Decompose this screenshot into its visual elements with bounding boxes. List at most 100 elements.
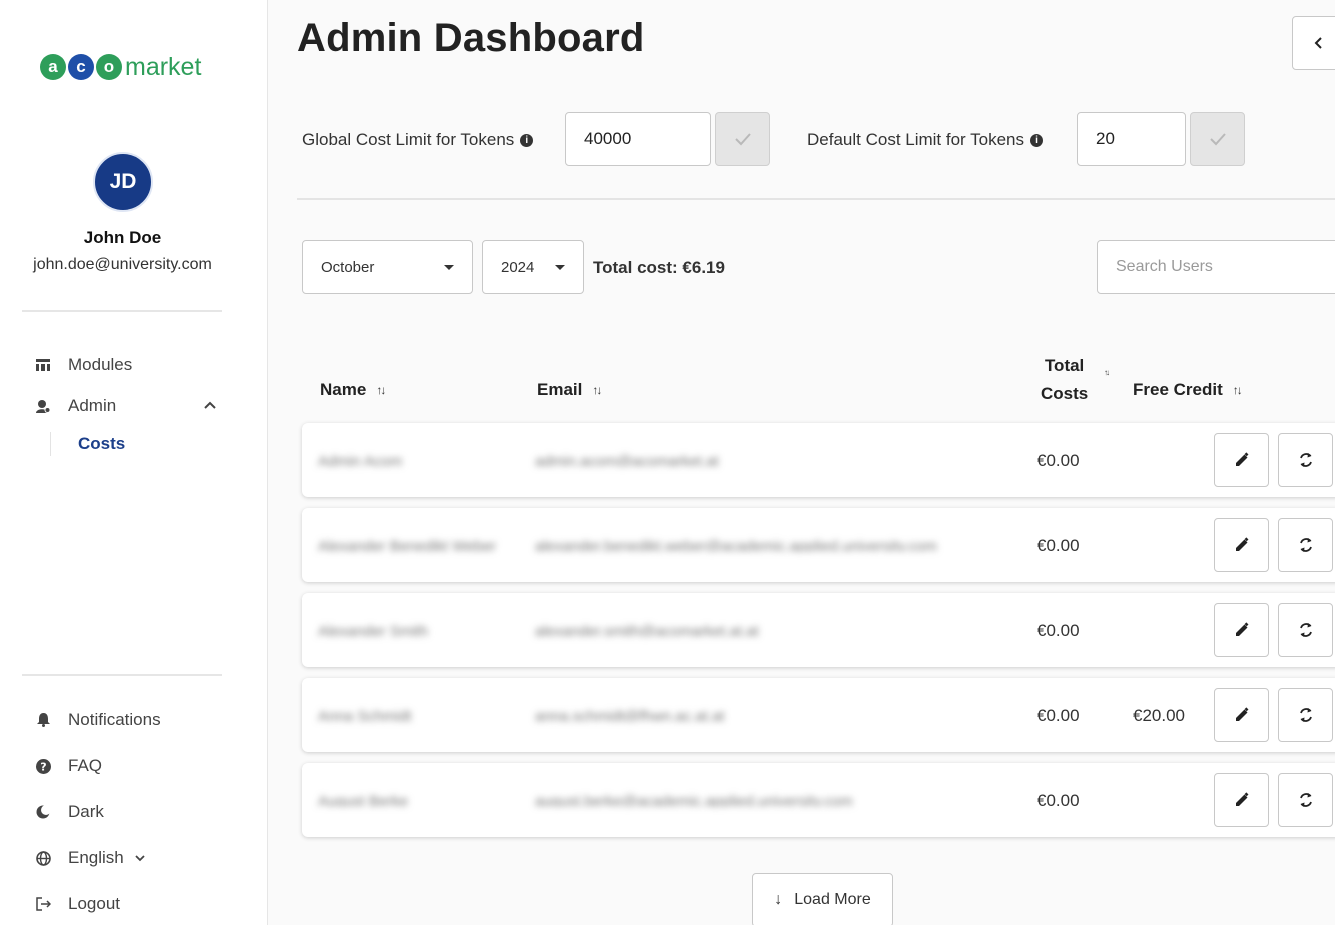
- sidebar-item-label: Dark: [68, 802, 104, 821]
- reset-button[interactable]: [1278, 518, 1333, 572]
- question-circle-icon: ?: [34, 757, 52, 775]
- edit-button[interactable]: [1214, 773, 1269, 827]
- user-email-cell: alexander.smith@acomarket.at.at: [535, 623, 759, 637]
- caret-down-icon: [555, 265, 565, 270]
- svg-text:?: ?: [40, 760, 46, 773]
- sort-icon[interactable]: ↑↓: [376, 383, 386, 397]
- table-row: Alexander Smith alexander.smith@acomarke…: [302, 593, 1335, 667]
- reset-button[interactable]: [1278, 688, 1333, 742]
- table-row: Anna Schmidt anna.schmidt@fhwn.ac.at.at …: [302, 678, 1335, 752]
- check-icon: [1209, 132, 1227, 146]
- refresh-icon: [1298, 536, 1314, 554]
- global-cost-limit-input[interactable]: [565, 112, 711, 166]
- avatar[interactable]: JD: [93, 152, 153, 212]
- caret-down-icon: [444, 265, 454, 270]
- month-select-value: October: [321, 258, 375, 276]
- column-header-label: Costs: [1041, 384, 1089, 403]
- search-users-input[interactable]: [1097, 240, 1335, 294]
- info-icon[interactable]: i: [1030, 133, 1043, 147]
- table-row: August Berke august.berke@academic.appli…: [302, 763, 1335, 837]
- global-cost-limit-text: Global Cost Limit for Tokens: [302, 130, 515, 149]
- pencil-icon: [1234, 452, 1250, 468]
- sidebar-item-faq[interactable]: ? FAQ: [34, 753, 102, 779]
- reset-button[interactable]: [1278, 773, 1333, 827]
- chevron-down-icon: [134, 853, 146, 863]
- check-icon: [734, 132, 752, 146]
- sidebar-item-label: Admin: [68, 396, 117, 415]
- pencil-icon: [1234, 792, 1250, 808]
- total-cost-cell: €0.00: [1037, 536, 1080, 555]
- arrow-down-icon: ↓: [774, 891, 783, 908]
- user-email-cell: anna.schmidt@fhwn.ac.at.at: [535, 708, 725, 722]
- global-cost-limit-save-button[interactable]: [715, 112, 770, 166]
- collapse-panel-button[interactable]: [1292, 16, 1335, 70]
- section-divider: [297, 198, 1335, 200]
- default-cost-limit-label: Default Cost Limit for Tokens i: [807, 130, 1043, 150]
- reset-button[interactable]: [1278, 433, 1333, 487]
- user-email-cell: admin.acom@acomarket.at: [535, 453, 719, 467]
- user-name: John Doe: [83, 228, 162, 247]
- reset-button[interactable]: [1278, 603, 1333, 657]
- default-cost-limit-text: Default Cost Limit for Tokens: [807, 130, 1024, 149]
- total-cost-cell: €0.00: [1037, 706, 1080, 725]
- user-name-cell: Admin Acom: [318, 453, 403, 467]
- sidebar-item-label: Notifications: [68, 710, 161, 729]
- info-icon[interactable]: i: [520, 133, 534, 147]
- sidebar: a c o market JD John Doe john.doe@univer…: [0, 0, 268, 925]
- table-row: Alexander Benedikt Weber alexander.bened…: [302, 508, 1335, 582]
- month-select[interactable]: October: [302, 240, 473, 294]
- year-select[interactable]: 2024: [482, 240, 584, 294]
- refresh-icon: [1298, 791, 1314, 809]
- total-cost-cell: €0.00: [1037, 451, 1080, 470]
- column-header-label: Email: [537, 380, 583, 399]
- moon-icon: [34, 803, 52, 821]
- sidebar-item-logout[interactable]: Logout: [34, 891, 120, 917]
- load-more-button[interactable]: ↓ Load More: [752, 873, 893, 925]
- edit-button[interactable]: [1214, 688, 1269, 742]
- user-shield-icon: [34, 397, 52, 415]
- logout-icon: [34, 895, 52, 913]
- sidebar-divider-top: [22, 310, 222, 312]
- column-header-free-credit[interactable]: Free Credit ↑↓: [1133, 380, 1243, 400]
- sidebar-item-modules[interactable]: Modules: [34, 352, 132, 378]
- aco-market-logo[interactable]: a c o market: [40, 50, 201, 84]
- edit-button[interactable]: [1214, 518, 1269, 572]
- pencil-icon: [1234, 707, 1250, 723]
- user-email: john.doe@university.com: [33, 256, 212, 273]
- edit-button[interactable]: [1214, 603, 1269, 657]
- sidebar-item-admin[interactable]: Admin: [34, 393, 116, 419]
- sidebar-item-label: Logout: [68, 894, 120, 913]
- default-cost-limit-input[interactable]: [1077, 112, 1186, 166]
- sidebar-item-dark[interactable]: Dark: [34, 799, 104, 825]
- sidebar-divider-bottom: [22, 674, 222, 676]
- bell-icon: [34, 711, 52, 729]
- globe-icon: [34, 849, 52, 867]
- column-header-total-costs[interactable]: Total Costs: [1041, 352, 1088, 408]
- sidebar-item-label: Costs: [78, 434, 126, 453]
- column-header-name[interactable]: Name ↑↓: [320, 380, 386, 400]
- sort-icon[interactable]: ↑↓: [1233, 383, 1243, 397]
- column-header-email[interactable]: Email ↑↓: [537, 380, 602, 400]
- page-title: Admin Dashboard: [297, 16, 645, 60]
- default-cost-limit-save-button[interactable]: [1190, 112, 1245, 166]
- sort-icon[interactable]: ↑↓: [592, 383, 602, 397]
- sidebar-item-notifications[interactable]: Notifications: [34, 707, 161, 733]
- sidebar-item-language[interactable]: English: [34, 845, 146, 871]
- refresh-icon: [1298, 621, 1314, 639]
- chevron-left-icon: [1313, 36, 1323, 50]
- free-credit-cell: €20.00: [1133, 706, 1185, 725]
- sidebar-item-label: English: [68, 848, 124, 867]
- user-name-cell: Alexander Smith: [318, 623, 429, 637]
- refresh-icon: [1298, 451, 1314, 469]
- sidebar-item-costs[interactable]: Costs: [50, 432, 125, 456]
- user-email-cell: alexander.benedikt.weber@academic.applie…: [535, 538, 937, 552]
- logo-letter-c: c: [68, 54, 94, 80]
- sort-icon[interactable]: ↑↓: [1104, 368, 1110, 377]
- edit-button[interactable]: [1214, 433, 1269, 487]
- logo-letter-o: o: [96, 54, 122, 80]
- chevron-up-icon[interactable]: [203, 398, 219, 414]
- user-name-cell: Anna Schmidt: [318, 708, 412, 722]
- refresh-icon: [1298, 706, 1314, 724]
- column-header-label: Total: [1044, 356, 1085, 375]
- total-cost: Total cost: €6.19: [593, 258, 725, 277]
